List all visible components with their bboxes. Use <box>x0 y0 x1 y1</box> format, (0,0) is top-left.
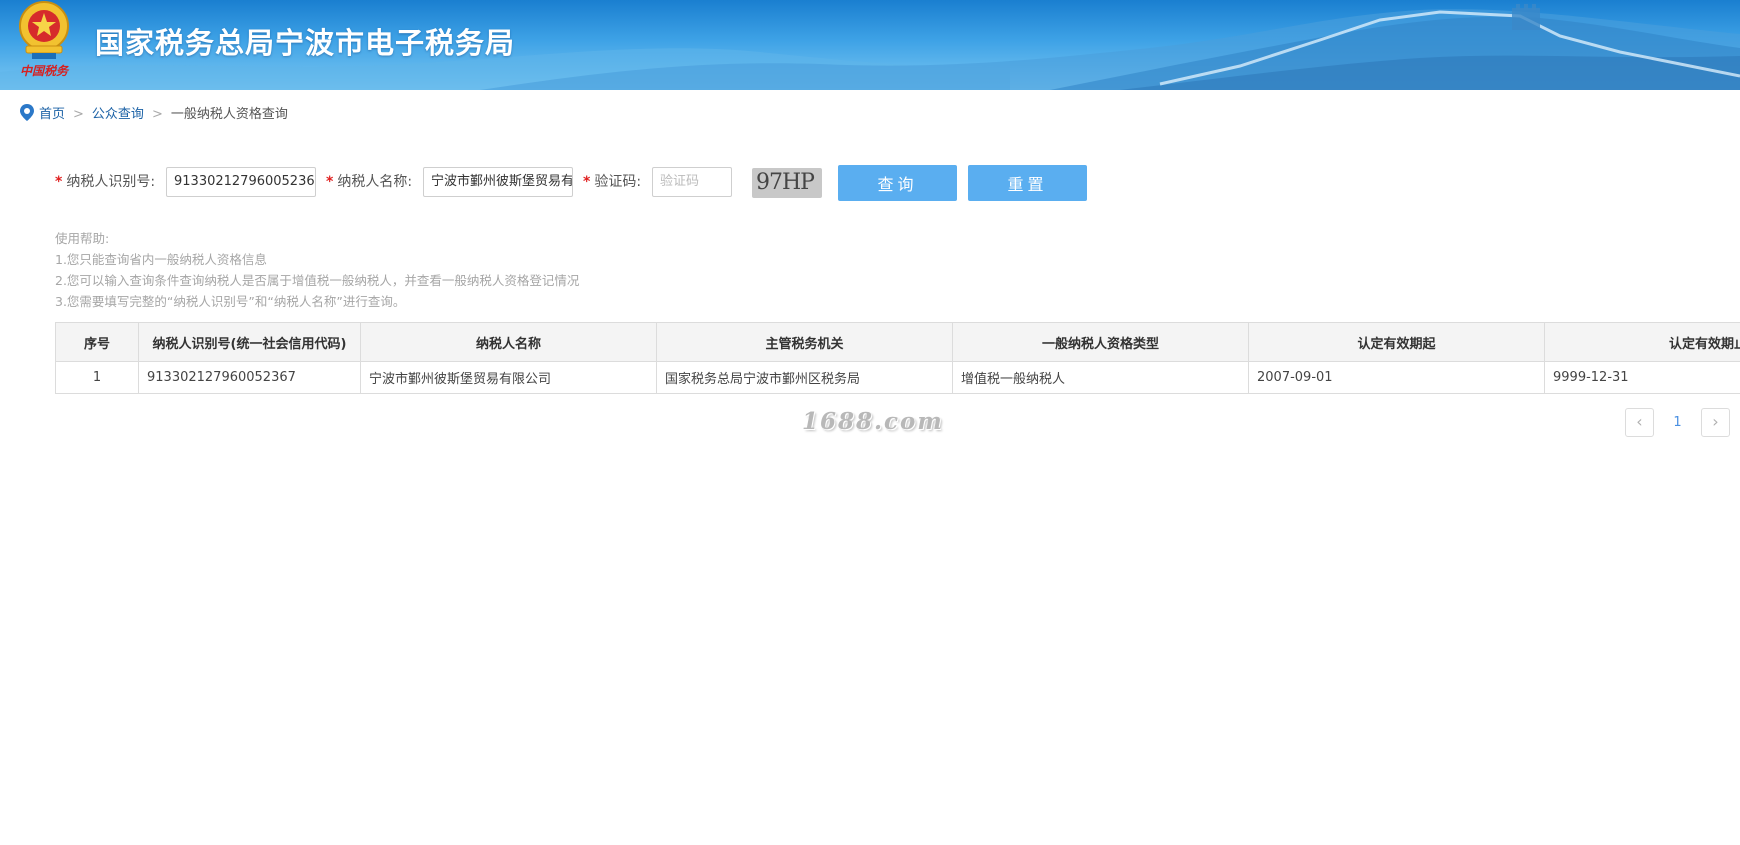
help-line: 2.您可以输入查询条件查询纳税人是否属于增值税一般纳税人，并查看一般纳税人资格登… <box>55 273 580 288</box>
column-header-index: 序号 <box>55 322 139 362</box>
breadcrumb: 首页 > 公众查询 > 一般纳税人资格查询 <box>20 103 288 122</box>
header-banner: 中国税务 国家税务总局宁波市电子税务局 <box>0 0 1740 90</box>
breadcrumb-public-query-link[interactable]: 公众查询 <box>92 107 144 122</box>
site-title: 国家税务总局宁波市电子税务局 <box>95 26 516 60</box>
query-button[interactable]: 查询 <box>838 165 957 201</box>
cell-index: 1 <box>55 361 139 394</box>
column-header-qualification-type: 一般纳税人资格类型 <box>952 322 1249 362</box>
required-mark: * <box>326 174 334 190</box>
captcha-label: * 验证码: <box>583 174 642 190</box>
breadcrumb-home-link[interactable]: 首页 <box>39 107 65 122</box>
help-title: 使用帮助: <box>55 231 110 246</box>
cell-qualification-type: 增值税一般纳税人 <box>952 361 1249 394</box>
column-header-tax-authority: 主管税务机关 <box>656 322 953 362</box>
help-line: 3.您需要填写完整的“纳税人识别号”和“纳税人名称”进行查询。 <box>55 294 406 309</box>
emblem-caption: 中国税务 <box>20 64 70 78</box>
column-header-valid-from: 认定有效期起 <box>1248 322 1545 362</box>
taxpayer-id-label: * 纳税人识别号: <box>55 174 156 190</box>
help-section: 使用帮助: 1.您只能查询省内一般纳税人资格信息 2.您可以输入查询条件查询纳税… <box>55 228 579 312</box>
prev-page-button[interactable]: ‹ <box>1625 408 1654 437</box>
taxpayer-name-label: * 纳税人名称: <box>326 174 413 190</box>
cell-taxpayer-id: 913302127960052367 <box>138 361 361 394</box>
cell-valid-from: 2007-09-01 <box>1248 361 1545 394</box>
table-row: 1 913302127960052367 宁波市鄞州彼斯堡贸易有限公司 国家税务… <box>55 361 1740 394</box>
column-header-taxpayer-name: 纳税人名称 <box>360 322 657 362</box>
table-header-row: 序号 纳税人识别号(统一社会信用代码) 纳税人名称 主管税务机关 一般纳税人资格… <box>55 322 1740 362</box>
column-header-taxpayer-id: 纳税人识别号(统一社会信用代码) <box>138 322 361 362</box>
location-pin-icon <box>20 104 34 121</box>
watermark: 1688.com <box>802 408 944 435</box>
reset-button[interactable]: 重置 <box>968 165 1087 201</box>
tax-emblem-icon: 中国税务 <box>19 1 70 78</box>
help-line: 1.您只能查询省内一般纳税人资格信息 <box>55 252 267 267</box>
page-number[interactable]: 1 <box>1665 408 1690 437</box>
cell-valid-to: 9999-12-31 <box>1544 361 1740 394</box>
chevron-left-icon: ‹ <box>1636 412 1643 431</box>
column-header-valid-to: 认定有效期止 <box>1544 322 1740 362</box>
captcha-image[interactable]: 97HP <box>752 168 822 198</box>
chevron-right-icon: › <box>1712 412 1719 431</box>
taxpayer-name-input[interactable]: 宁波市鄞州彼斯堡贸易有限公司 <box>423 167 573 197</box>
breadcrumb-separator: > <box>151 107 163 122</box>
captcha-input[interactable]: 验证码 <box>652 167 732 197</box>
captcha-text: 97HP <box>756 170 815 195</box>
next-page-button[interactable]: › <box>1701 408 1730 437</box>
cell-tax-authority: 国家税务总局宁波市鄞州区税务局 <box>656 361 953 394</box>
cell-taxpayer-name: 宁波市鄞州彼斯堡贸易有限公司 <box>360 361 657 394</box>
results-table: 序号 纳税人识别号(统一社会信用代码) 纳税人名称 主管税务机关 一般纳税人资格… <box>55 322 1740 394</box>
required-mark: * <box>583 174 591 190</box>
required-mark: * <box>55 174 63 190</box>
taxpayer-id-input[interactable]: 913302127960052367 <box>166 167 316 197</box>
breadcrumb-current: 一般纳税人资格查询 <box>170 107 288 122</box>
breadcrumb-separator: > <box>73 107 84 122</box>
